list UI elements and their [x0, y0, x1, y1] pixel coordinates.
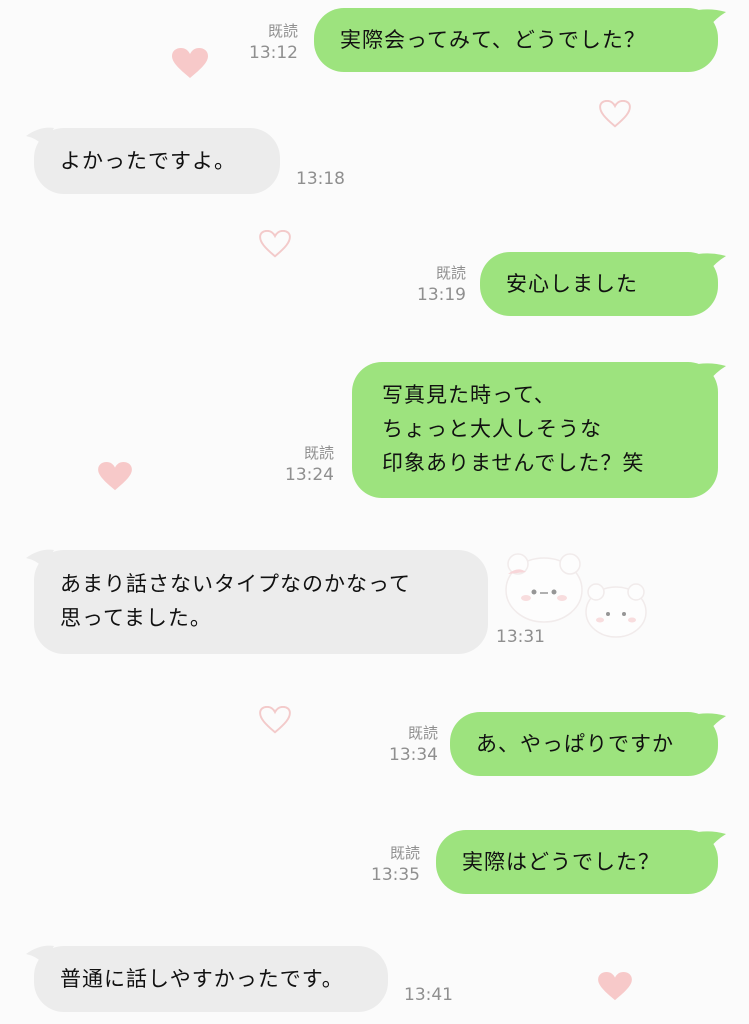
- read-receipt: 既読: [407, 724, 438, 742]
- message-bubble[interactable]: よかったですよ。: [34, 128, 280, 194]
- bear-sticker-icon: [505, 553, 647, 638]
- message-meta: 既読 13:35: [362, 842, 420, 886]
- timestamp: 13:35: [371, 865, 420, 885]
- message-bubble[interactable]: 普通に話しやすかったです。: [34, 946, 388, 1012]
- heart-icon: [172, 48, 208, 78]
- bubble-tail: [698, 831, 726, 850]
- timestamp: 13:12: [249, 43, 298, 63]
- message-bubble[interactable]: 写真見た時って、 ちょっと大人しそうな 印象ありませんでした？笑: [352, 362, 718, 498]
- message-meta: 既読 13:19: [408, 262, 466, 306]
- message-bubble[interactable]: あ、やっぱりですか: [450, 712, 718, 776]
- message-bubble[interactable]: あまり話さないタイプなのかなって 思ってました。: [34, 550, 488, 654]
- bubble-tail: [698, 9, 726, 28]
- heart-outline-icon: [259, 706, 291, 734]
- heart-icon: [598, 972, 632, 1001]
- message-meta: 13:18: [296, 168, 356, 190]
- timestamp: 13:34: [389, 745, 438, 765]
- read-receipt: 既読: [435, 264, 466, 282]
- timestamp: 13:18: [296, 169, 345, 189]
- message-bubble[interactable]: 実際はどうでした？: [436, 830, 718, 894]
- bubble-tail: [698, 363, 726, 382]
- timestamp: 13:19: [417, 285, 466, 305]
- message-meta: 既読 13:24: [276, 442, 334, 486]
- heart-outline-icon: [259, 230, 291, 258]
- message-meta: 既読 13:12: [240, 20, 298, 64]
- read-receipt: 既読: [303, 444, 334, 462]
- heart-outline-icon: [599, 100, 631, 128]
- message-bubble[interactable]: 安心しました: [480, 252, 718, 316]
- bubble-tail: [698, 253, 726, 272]
- read-receipt: 既読: [389, 844, 420, 862]
- bubble-tail: [698, 713, 726, 732]
- timestamp: 13:24: [285, 465, 334, 485]
- message-meta: 13:41: [404, 984, 464, 1006]
- message-bubble[interactable]: 実際会ってみて、どうでした？: [314, 8, 718, 72]
- read-receipt: 既読: [267, 22, 298, 40]
- heart-icon: [98, 462, 132, 491]
- chat-thread[interactable]: 既読 13:12 実際会ってみて、どうでした？ よかったですよ。 13:18 既…: [0, 0, 749, 1024]
- timestamp: 13:41: [404, 985, 453, 1005]
- message-meta: 既読 13:34: [380, 722, 438, 766]
